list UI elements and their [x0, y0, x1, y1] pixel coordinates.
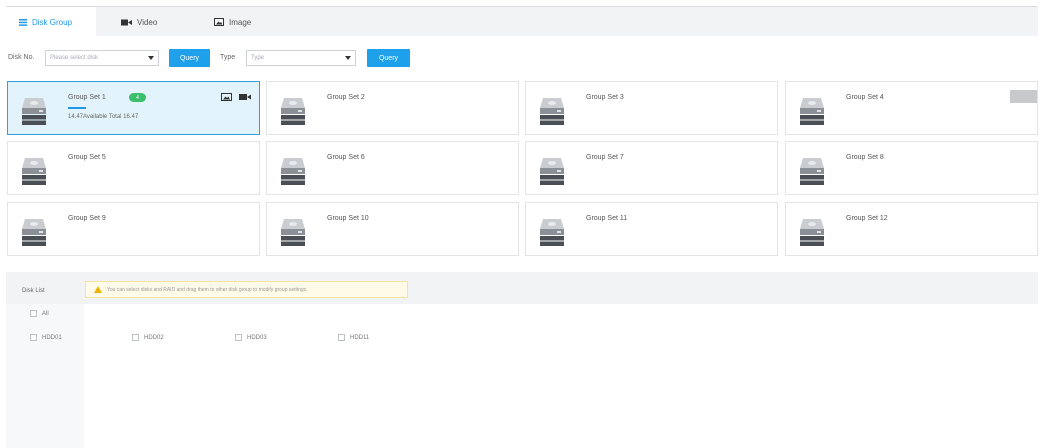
disk-label: HDD03 — [247, 334, 267, 341]
group-name: Group Set 7 — [586, 154, 624, 161]
disk-group-icon — [539, 96, 565, 126]
group-card[interactable]: Group Set 11 — [525, 202, 778, 256]
group-card[interactable]: Group Set 12 — [785, 202, 1038, 256]
disk-label: HDD02 — [144, 334, 164, 341]
checkbox-box[interactable] — [338, 334, 345, 341]
checkbox-box[interactable] — [235, 334, 242, 341]
disk-checkbox-hdd03[interactable]: HDD03 — [235, 334, 267, 341]
query-type-button[interactable]: Query — [367, 49, 410, 67]
disk-select[interactable]: Please select disk — [45, 50, 159, 66]
disk-group-icon — [539, 217, 565, 247]
group-card[interactable]: Group Set 5 — [7, 141, 260, 195]
disk-select-placeholder: Please select disk — [50, 55, 99, 61]
group-name: Group Set 6 — [327, 154, 365, 161]
disk-group-icon — [799, 96, 825, 126]
type-label: Type — [220, 54, 236, 61]
disk-label: HDD11 — [350, 334, 370, 341]
group-card[interactable]: Group Set 9 — [7, 202, 260, 256]
disk-group-icon — [21, 217, 47, 247]
capacity-bar — [68, 107, 86, 109]
group-card[interactable]: Group Set 3 — [525, 81, 778, 135]
select-all-checkbox[interactable]: All — [30, 310, 49, 317]
tab-label: Disk Group — [32, 17, 73, 27]
disk-group-icon — [539, 156, 565, 186]
tab-video[interactable]: Video — [121, 7, 181, 37]
select-all-label: All — [42, 310, 49, 317]
video-camera-icon — [121, 19, 132, 25]
group-card[interactable]: Group Set 4 — [785, 81, 1038, 135]
group-card[interactable]: Group Set 1 4 14.47Available Total 16.47 — [7, 81, 260, 135]
group-tag — [1010, 90, 1037, 103]
type-select[interactable]: Type — [246, 50, 356, 66]
disk-group-icon — [280, 217, 306, 247]
query-disk-button[interactable]: Query — [169, 49, 210, 67]
checkbox-box[interactable] — [132, 334, 139, 341]
tab-label: Video — [137, 17, 158, 27]
disk-checkbox-hdd11[interactable]: HDD11 — [338, 334, 369, 341]
disk-checkbox-hdd01[interactable]: HDD01 — [30, 334, 62, 341]
disk-count-badge: 4 — [129, 93, 146, 102]
disk-list-sidebar — [6, 304, 84, 448]
group-name: Group Set 10 — [327, 215, 369, 222]
disk-group-icon — [799, 156, 825, 186]
disk-label: HDD01 — [42, 334, 62, 341]
group-card[interactable]: Group Set 10 — [266, 202, 519, 256]
chevron-down-icon — [345, 56, 351, 60]
group-name: Group Set 3 — [586, 94, 624, 101]
type-select-placeholder: Type — [251, 55, 265, 61]
disk-checkbox-hdd02[interactable]: HDD02 — [132, 334, 164, 341]
image-icon — [221, 93, 232, 101]
tab-image[interactable]: Image — [214, 7, 274, 37]
list-icon — [19, 18, 27, 26]
group-name: Group Set 2 — [327, 94, 365, 101]
checkbox-box[interactable] — [30, 310, 37, 317]
capacity-text: 14.47Available Total 16.47 — [68, 114, 139, 120]
disk-group-icon — [280, 156, 306, 186]
drag-hint-text: You can select disks and RAID and drag t… — [107, 286, 308, 293]
group-name: Group Set 12 — [846, 215, 888, 222]
disk-group-icon — [280, 96, 306, 126]
tab-label: Image — [229, 17, 252, 27]
group-name: Group Set 8 — [846, 154, 884, 161]
disk-no-label: Disk No. — [8, 54, 35, 61]
disk-group-icon — [21, 156, 47, 186]
warning-icon — [94, 286, 102, 293]
checkbox-box[interactable] — [30, 334, 37, 341]
group-name: Group Set 11 — [586, 215, 628, 222]
tab-disk-group[interactable]: Disk Group — [6, 7, 96, 37]
disk-list-label: Disk List — [22, 288, 45, 294]
drag-hint-note: You can select disks and RAID and drag t… — [85, 281, 408, 298]
group-name: Group Set 4 — [846, 94, 884, 101]
video-camera-icon — [239, 94, 251, 100]
group-name: Group Set 5 — [68, 154, 106, 161]
image-icon — [214, 18, 224, 26]
group-card[interactable]: Group Set 8 — [785, 141, 1038, 195]
disk-group-icon — [21, 96, 47, 126]
group-card[interactable]: Group Set 2 — [266, 81, 519, 135]
disk-group-icon — [799, 217, 825, 247]
group-name: Group Set 9 — [68, 215, 106, 222]
tab-bar: Disk Group Video Image — [6, 6, 1038, 37]
group-name: Group Set 1 — [68, 94, 106, 101]
group-card[interactable]: Group Set 7 — [525, 141, 778, 195]
group-card[interactable]: Group Set 6 — [266, 141, 519, 195]
chevron-down-icon — [148, 56, 154, 60]
